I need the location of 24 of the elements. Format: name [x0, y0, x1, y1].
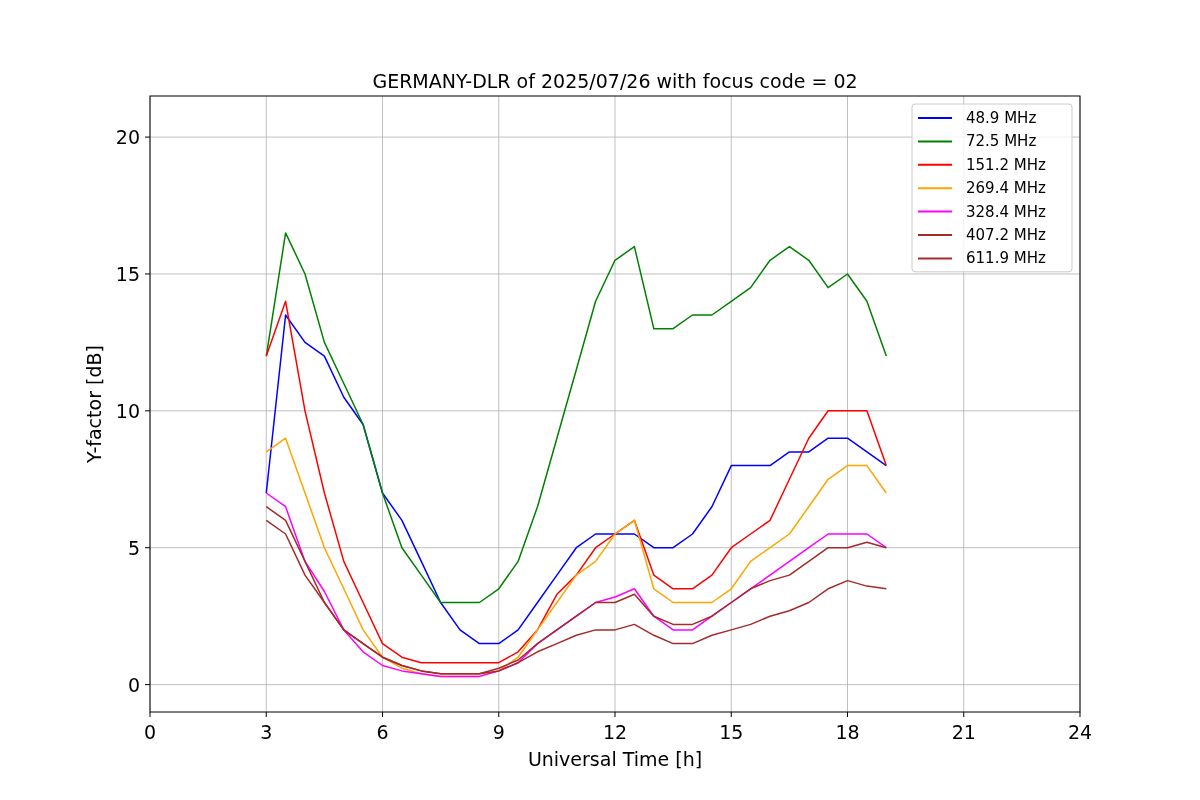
y-tick-label: 20: [115, 126, 140, 149]
legend-label: 48.9 MHz: [966, 109, 1037, 127]
x-axis-label: Universal Time [h]: [527, 748, 703, 770]
chart-title: GERMANY-DLR of 2025/07/26 with focus code = 02: [372, 70, 858, 92]
legend-label: 269.4 MHz: [966, 179, 1046, 198]
legend-label: 328.4 MHz: [966, 202, 1046, 221]
x-tick-label: 24: [1067, 721, 1093, 743]
x-tick-label: 12: [602, 721, 628, 743]
x-tick-label: 15: [719, 721, 744, 743]
y-tick-label: 10: [115, 399, 140, 422]
x-tick-label: 9: [492, 721, 505, 743]
y-tick-label: 0: [127, 673, 140, 696]
legend-label: 151.2 MHz: [966, 155, 1046, 174]
x-tick-label: 3: [260, 721, 273, 743]
legend-label: 72.5 MHz: [966, 132, 1037, 151]
y-axis-label: Y-factor [dB]: [83, 345, 105, 463]
x-tick-label: 6: [376, 721, 389, 743]
x-tick-label: 0: [143, 721, 157, 743]
legend-label: 611.9 MHz: [966, 249, 1046, 268]
x-tick-label: 21: [951, 721, 976, 743]
y-tick-label: 5: [127, 536, 140, 559]
x-tick-label: 18: [835, 721, 860, 743]
legend-label: 407.2 MHz: [966, 226, 1046, 244]
y-tick-label: 15: [115, 262, 140, 285]
